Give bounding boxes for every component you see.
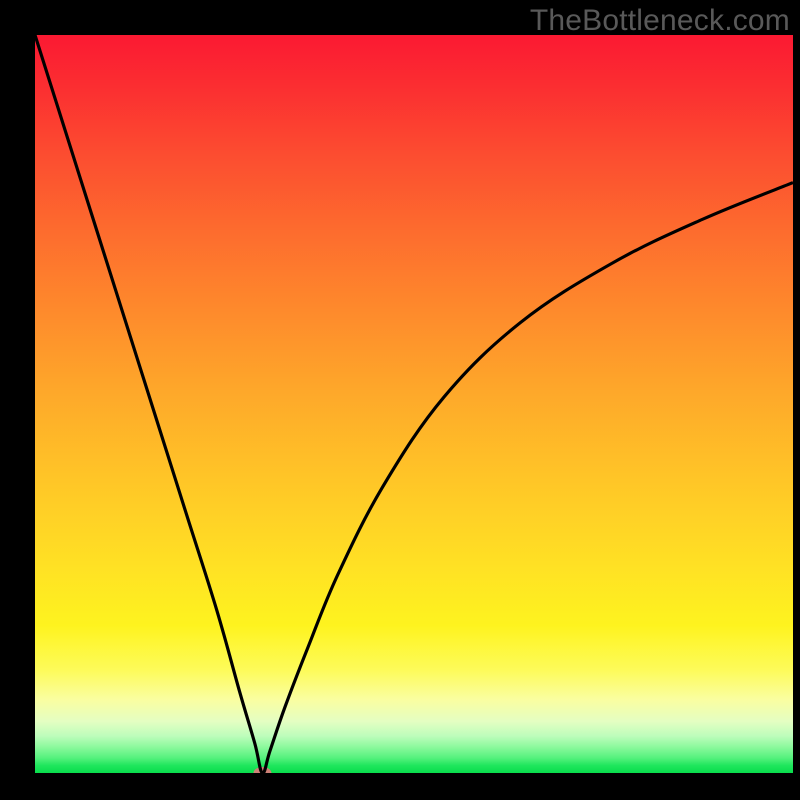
chart-frame: TheBottleneck.com xyxy=(0,0,800,800)
bottleneck-curve-layer xyxy=(35,35,793,773)
watermark-text: TheBottleneck.com xyxy=(530,4,790,38)
bottleneck-curve xyxy=(35,35,793,773)
